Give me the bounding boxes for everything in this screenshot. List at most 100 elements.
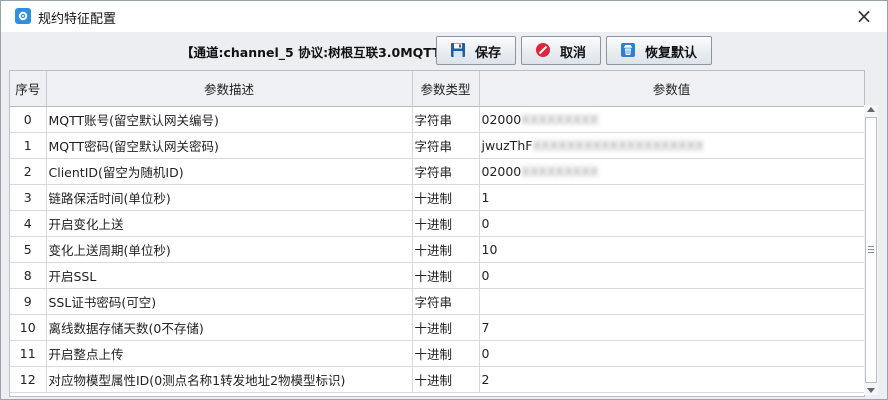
row-value[interactable]: 0 (479, 262, 864, 289)
row-type: 十进制 (412, 262, 480, 289)
row-value-text: 0 (481, 346, 490, 361)
header-description[interactable]: 参数描述 (46, 71, 413, 107)
row-value[interactable]: 02000XXXXXXXXX (479, 106, 864, 133)
table-row[interactable]: 1 MQTT密码(留空默认网关密码) 字符串 jwuzThFXXXXXXXXXXXXX… (10, 132, 864, 159)
table-row[interactable]: 3 链路保活时间(单位秒) 十进制 1 (10, 184, 864, 211)
row-value-text: 10 (481, 242, 498, 257)
masked-value: XXXXXXXXX (521, 112, 599, 127)
row-index: 9 (10, 288, 47, 315)
row-index-text: 0 (23, 112, 32, 127)
row-index: 2 (10, 158, 47, 185)
row-index: 1 (10, 132, 47, 159)
row-value[interactable]: 1 (479, 184, 864, 211)
table-row[interactable]: 0 MQTT账号(留空默认网关编号) 字符串 02000XXXXXXXXX (10, 106, 864, 133)
row-value-text: 7 (481, 320, 490, 335)
cancel-button[interactable]: 取消 (521, 36, 601, 65)
table-header-row: 序号 参数描述 参数类型 参数值 (10, 71, 864, 107)
grip-line (868, 252, 874, 253)
row-index: 12 (10, 366, 47, 393)
row-type: 字符串 (412, 158, 480, 185)
table-row[interactable]: 5 变化上送周期(单位秒) 十进制 10 (10, 236, 864, 263)
header-value[interactable]: 参数值 (479, 71, 864, 107)
save-label: 保存 (475, 46, 502, 61)
row-index-text: 3 (23, 190, 32, 205)
scroll-down-arrow-icon[interactable] (867, 388, 875, 393)
row-type: 字符串 (412, 288, 480, 315)
trash-restore-icon (620, 42, 636, 58)
row-value-text: 02000 (481, 164, 522, 179)
row-index: 10 (10, 314, 47, 341)
row-value-text: 0 (481, 268, 490, 283)
row-type: 十进制 (412, 366, 480, 393)
params-table-container: 序号 参数描述 参数类型 参数值 0 MQTT账号(留空默认网关编号) 字符串 020… (9, 70, 865, 397)
row-type-text: 十进制 (414, 217, 453, 232)
header-type[interactable]: 参数类型 (412, 71, 480, 107)
row-type-text: 字符串 (414, 113, 453, 128)
table-row[interactable]: 4 开启变化上送 十进制 0 (10, 210, 864, 237)
row-description-text: MQTT账号(留空默认网关编号) (48, 113, 219, 128)
config-window: 规约特征配置 × 【通道:channel_5 协议:树根互联3.0MQTT】 保… (0, 0, 888, 400)
table-row[interactable]: 10 离线数据存储天数(0不存储) 十进制 7 (10, 314, 864, 341)
row-value-text: 02000 (481, 112, 522, 127)
row-description: 对应物模型属性ID(0测点名称1转发地址2物模型标识) (46, 366, 413, 393)
floppy-disk-icon (450, 42, 466, 58)
table-row[interactable]: 8 开启SSL 十进制 0 (10, 262, 864, 289)
row-description: 开启SSL (46, 262, 413, 289)
row-description-text: 链路保活时间(单位秒) (48, 191, 171, 206)
row-value[interactable]: 0 (479, 340, 864, 367)
row-value[interactable]: 0 (479, 210, 864, 237)
row-type-text: 字符串 (414, 295, 453, 310)
row-index-text: 5 (23, 242, 32, 257)
row-description-text: MQTT密码(留空默认网关密码) (48, 139, 219, 154)
row-value[interactable]: 10 (479, 236, 864, 263)
toolbar: 【通道:channel_5 协议:树根互联3.0MQTT】 保存 取消 恢复默认 (1, 32, 887, 70)
row-type-text: 十进制 (414, 347, 453, 362)
row-value[interactable]: jwuzThFXXXXXXXXXXXXXXXXXXXX (479, 132, 864, 159)
table-row[interactable]: 11 开启整点上传 十进制 0 (10, 340, 864, 367)
close-button[interactable]: × (851, 4, 877, 28)
row-value[interactable]: 7 (479, 314, 864, 341)
restore-default-button[interactable]: 恢复默认 (606, 36, 712, 65)
row-type-text: 十进制 (414, 243, 453, 258)
row-description: 开启变化上送 (46, 210, 413, 237)
row-index-text: 2 (23, 164, 32, 179)
row-description-text: 开启SSL (48, 269, 97, 284)
row-type-text: 字符串 (414, 165, 453, 180)
masked-value: XXXXXXXXXXXXXXXXXXXX (532, 138, 704, 153)
scrollbar-thumb[interactable] (865, 117, 877, 383)
row-value-text: 0 (481, 216, 490, 231)
table-row[interactable]: 12 对应物模型属性ID(0测点名称1转发地址2物模型标识) 十进制 2 (10, 366, 864, 393)
row-value-text: 1 (481, 190, 490, 205)
table-row[interactable]: 2 ClientID(留空为随机ID) 字符串 02000XXXXXXXXX (10, 158, 864, 185)
row-description-text: SSL证书密码(可空) (48, 295, 157, 310)
row-type: 字符串 (412, 132, 480, 159)
row-value[interactable] (479, 288, 864, 315)
row-index-text: 9 (23, 294, 32, 309)
row-description: SSL证书密码(可空) (46, 288, 413, 315)
restore-default-label: 恢复默认 (645, 46, 698, 61)
row-type: 十进制 (412, 236, 480, 263)
vertical-scrollbar[interactable] (864, 105, 878, 395)
row-index-text: 12 (19, 372, 36, 387)
row-value[interactable]: 02000XXXXXXXXX (479, 158, 864, 185)
row-index-text: 4 (23, 216, 32, 231)
save-button[interactable]: 保存 (436, 36, 516, 65)
cancel-label: 取消 (560, 46, 587, 61)
scroll-up-arrow-icon[interactable] (867, 107, 875, 112)
row-value-text: 2 (481, 372, 490, 387)
row-description: ClientID(留空为随机ID) (46, 158, 413, 185)
row-description: 链路保活时间(单位秒) (46, 184, 413, 211)
row-type-text: 字符串 (414, 139, 453, 154)
table-row[interactable]: 9 SSL证书密码(可空) 字符串 (10, 288, 864, 315)
row-description-text: 变化上送周期(单位秒) (48, 243, 171, 258)
row-type: 十进制 (412, 184, 480, 211)
row-value[interactable]: 2 (479, 366, 864, 393)
header-index[interactable]: 序号 (10, 71, 47, 107)
row-index-text: 11 (19, 346, 36, 361)
title-bar[interactable]: 规约特征配置 × (1, 1, 887, 32)
row-type: 十进制 (412, 314, 480, 341)
table-body: 0 MQTT账号(留空默认网关编号) 字符串 02000XXXXXXXXX 1 MQTT密… (10, 106, 864, 393)
row-description-text: 对应物模型属性ID(0测点名称1转发地址2物模型标识) (48, 373, 346, 388)
row-index: 3 (10, 184, 47, 211)
cancel-circle-icon (535, 42, 551, 58)
